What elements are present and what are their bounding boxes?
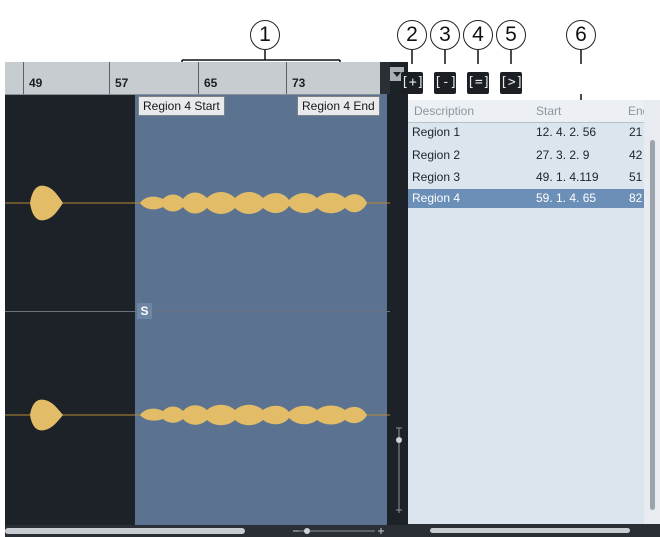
ruler-bar-label: 49: [29, 76, 43, 90]
region-end: 21: [629, 125, 643, 139]
play-region-button[interactable]: [>]: [500, 72, 523, 94]
sync-marker[interactable]: S: [137, 303, 152, 319]
region-row[interactable]: Region 1 12. 4. 2. 56 21: [408, 123, 644, 142]
list-scrollbar-thumb[interactable]: [650, 140, 655, 510]
region-start: 59. 1. 4. 65: [536, 191, 597, 205]
region-row[interactable]: Region 3 49. 1. 4.119 51: [408, 168, 644, 187]
scrollbar-thumb[interactable]: [5, 528, 245, 534]
region-list-header: Description Start End: [408, 100, 649, 123]
region-end: 51: [629, 170, 643, 184]
ruler-tick: [286, 62, 287, 94]
callout-6: 6: [566, 20, 596, 50]
region-description: Region 3: [412, 170, 461, 184]
region-start: 49. 1. 4.119: [536, 170, 599, 184]
column-header-description[interactable]: Description: [414, 104, 474, 118]
region-4-highlight[interactable]: [135, 94, 387, 525]
region-end-marker[interactable]: Region 4 End: [297, 96, 380, 116]
ruler-tick: [109, 62, 110, 94]
remove-region-button[interactable]: [-]: [434, 72, 457, 94]
region-start: 12. 4. 2. 56: [536, 125, 597, 139]
region-start-marker[interactable]: Region 4 Start: [138, 96, 225, 116]
callout-4: 4: [463, 20, 493, 50]
add-region-button[interactable]: [+]: [401, 72, 424, 94]
horizontal-zoom-slider[interactable]: [285, 525, 405, 537]
timeline-ruler[interactable]: 49 57 65 73: [5, 62, 380, 95]
column-header-start[interactable]: Start: [536, 104, 561, 118]
callout-1: 1: [250, 20, 280, 50]
callout-3: 3: [430, 20, 460, 50]
region-description: Region 4: [412, 191, 461, 205]
region-start: 27. 3. 2. 9: [536, 148, 590, 162]
ruler-bar-label: 65: [204, 76, 218, 90]
callout-5: 5: [496, 20, 526, 50]
vertical-zoom-slider[interactable]: [390, 370, 408, 520]
ruler-tick: [23, 62, 24, 94]
ruler-end-cap: [380, 62, 390, 94]
region-description: Region 1: [412, 125, 461, 139]
region-end: 82: [629, 191, 643, 205]
select-region-button[interactable]: [=]: [467, 72, 490, 94]
ruler-bar-label: 73: [292, 76, 306, 90]
list-hscroll-thumb[interactable]: [430, 528, 630, 533]
callout-2: 2: [397, 20, 427, 50]
region-end: 42: [629, 148, 643, 162]
ruler-tick: [198, 62, 199, 94]
channel-divider: [5, 311, 390, 312]
region-row[interactable]: Region 2 27. 3. 2. 9 42: [408, 146, 644, 165]
ruler-bar-label: 57: [115, 76, 129, 90]
region-description: Region 2: [412, 148, 461, 162]
region-row-selected[interactable]: Region 4 59. 1. 4. 65 82: [408, 189, 644, 208]
